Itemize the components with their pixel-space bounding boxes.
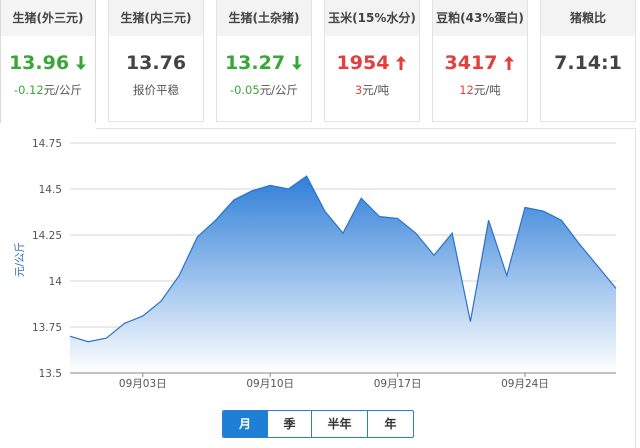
y-tick-label: 13.75: [32, 322, 62, 334]
price-cards: 生猪(外三元) 13.96 -0.12元/公斤 生猪(内三元) 13.76 报价平稳 生猪(…: [0, 0, 640, 128]
price-card-title: 生猪(内三元): [109, 0, 203, 36]
period-tab-4[interactable]: 年: [367, 411, 413, 437]
price-card-price: 7.14:1: [541, 48, 635, 76]
price-card-4[interactable]: 玉米(15%水分) 1954 3元/吨: [324, 0, 420, 122]
change-unit: 元/吨: [473, 83, 501, 97]
change-unit: 元/公斤: [259, 83, 299, 97]
price-card-2[interactable]: 生猪(内三元) 13.76 报价平稳: [108, 0, 204, 122]
price-chart-panel: 14.75 14.5 14.25 14 13.75 13.5 09月03日 09月10日 09月…: [0, 123, 636, 448]
price-card-price: 3417: [433, 48, 527, 76]
price-card-price: 13.76: [109, 48, 203, 76]
price-card-title: 生猪(土杂猪): [217, 0, 311, 36]
price-card-change: 12元/吨: [433, 82, 527, 98]
price-card-1[interactable]: 生猪(外三元) 13.96 -0.12元/公斤: [0, 0, 96, 128]
series-area: [70, 176, 616, 373]
y-tick-label: 14.25: [32, 230, 62, 242]
price-card-title: 豆粕(43%蛋白): [433, 0, 527, 36]
price-card-title: 猪粮比: [541, 0, 635, 36]
price-card-price: 13.27: [217, 48, 311, 76]
x-tick-label: 09月17日: [374, 378, 422, 390]
price-card-change: -0.05元/公斤: [217, 82, 311, 98]
price-card-change: -0.12元/公斤: [1, 82, 95, 98]
x-tick-label: 09月03日: [119, 378, 167, 390]
price-card-price: 13.96: [1, 48, 95, 76]
y-tick-label: 14.5: [39, 184, 62, 196]
change-unit: 元/公斤: [43, 83, 83, 97]
y-axis-title: 元/公斤: [14, 241, 26, 277]
change-value: -0.05: [229, 83, 260, 97]
price-area-chart: 14.75 14.5 14.25 14 13.75 13.5 09月03日 09月10日 09月…: [32, 138, 617, 390]
arrow-down-icon: [292, 55, 303, 70]
price-card-5[interactable]: 豆粕(43%蛋白) 3417 12元/吨: [432, 0, 528, 122]
price-card-change: 3元/吨: [325, 82, 419, 98]
price-value: 3417: [444, 51, 498, 74]
change-value: -0.12: [13, 83, 44, 97]
period-tab-2[interactable]: 季: [267, 411, 311, 437]
period-tab-3[interactable]: 半年: [311, 411, 367, 437]
price-card-3[interactable]: 生猪(土杂猪) 13.27 -0.05元/公斤: [216, 0, 312, 122]
price-card-title: 玉米(15%水分): [325, 0, 419, 36]
y-tick-label: 14.75: [32, 138, 62, 150]
price-value: 13.96: [8, 51, 70, 74]
price-value: 7.14:1: [554, 51, 622, 74]
change-unit: 报价平稳: [133, 83, 179, 97]
price-card-price: 1954: [325, 48, 419, 76]
price-value: 13.76: [125, 51, 187, 74]
arrow-up-icon: [396, 55, 407, 70]
arrow-down-icon: [76, 55, 87, 70]
y-tick-label: 13.5: [39, 368, 62, 380]
price-value: 13.27: [224, 51, 286, 74]
arrow-up-icon: [504, 55, 515, 70]
price-value: 1954: [336, 51, 390, 74]
change-unit: 元/吨: [362, 83, 390, 97]
price-card-change: 报价平稳: [109, 82, 203, 98]
period-tabs: 月季半年年: [222, 410, 414, 438]
period-tab-1[interactable]: 月: [223, 411, 267, 437]
y-tick-label: 14: [49, 276, 63, 288]
price-card-title: 生猪(外三元): [1, 0, 95, 36]
x-tick-label: 09月10日: [246, 378, 294, 390]
x-tick-label: 09月24日: [501, 378, 549, 390]
price-card-6[interactable]: 猪粮比 7.14:1: [540, 0, 636, 122]
change-value: 12: [459, 83, 474, 97]
